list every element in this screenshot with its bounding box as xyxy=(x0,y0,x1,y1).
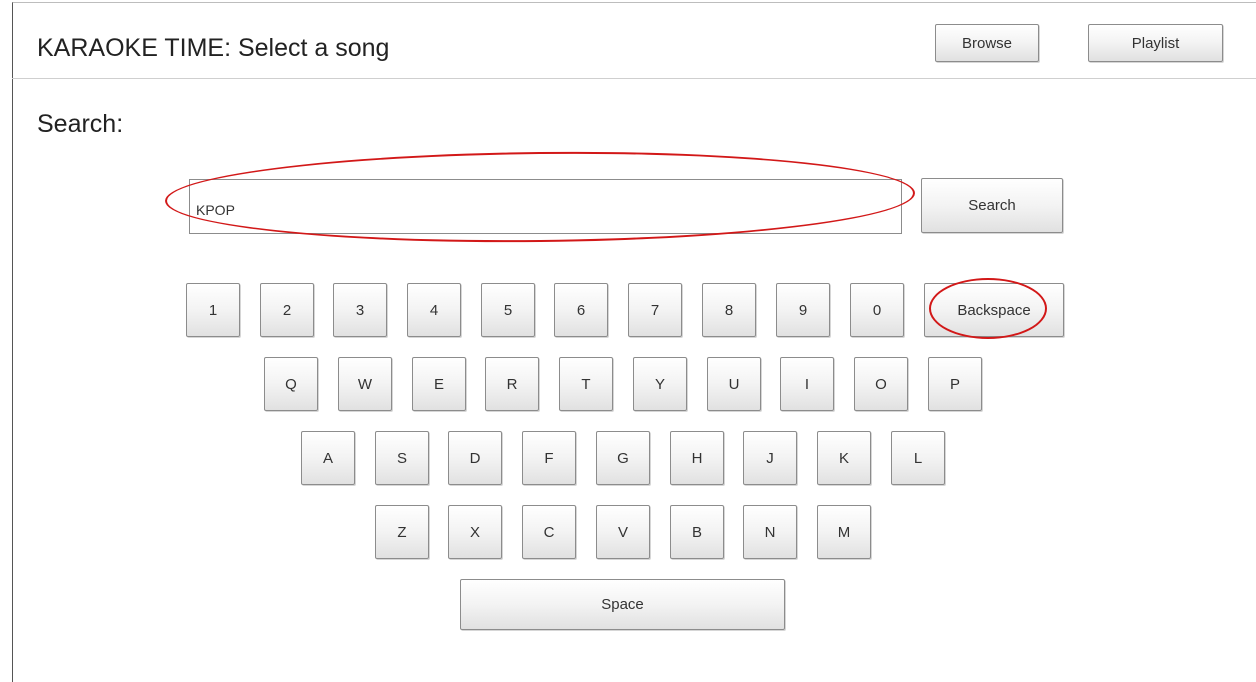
key-y[interactable]: Y xyxy=(633,357,687,411)
key-v[interactable]: V xyxy=(596,505,650,559)
search-label: Search: xyxy=(37,110,124,138)
key-6[interactable]: 6 xyxy=(554,283,608,337)
key-i[interactable]: I xyxy=(780,357,834,411)
space-key[interactable]: Space xyxy=(460,579,785,630)
key-z[interactable]: Z xyxy=(375,505,429,559)
key-7[interactable]: 7 xyxy=(628,283,682,337)
key-a[interactable]: A xyxy=(301,431,355,485)
key-g[interactable]: G xyxy=(596,431,650,485)
key-q[interactable]: Q xyxy=(264,357,318,411)
key-u[interactable]: U xyxy=(707,357,761,411)
key-t[interactable]: T xyxy=(559,357,613,411)
key-w[interactable]: W xyxy=(338,357,392,411)
key-p[interactable]: P xyxy=(928,357,982,411)
key-r[interactable]: R xyxy=(485,357,539,411)
key-2[interactable]: 2 xyxy=(260,283,314,337)
page-title: KARAOKE TIME: Select a song xyxy=(37,34,390,62)
key-1[interactable]: 1 xyxy=(186,283,240,337)
key-o[interactable]: O xyxy=(854,357,908,411)
key-5[interactable]: 5 xyxy=(481,283,535,337)
search-button[interactable]: Search xyxy=(921,178,1063,233)
key-3[interactable]: 3 xyxy=(333,283,387,337)
key-m[interactable]: M xyxy=(817,505,871,559)
key-d[interactable]: D xyxy=(448,431,502,485)
key-f[interactable]: F xyxy=(522,431,576,485)
key-k[interactable]: K xyxy=(817,431,871,485)
key-s[interactable]: S xyxy=(375,431,429,485)
key-x[interactable]: X xyxy=(448,505,502,559)
backspace-key[interactable]: Backspace xyxy=(924,283,1064,337)
key-e[interactable]: E xyxy=(412,357,466,411)
key-b[interactable]: B xyxy=(670,505,724,559)
key-9[interactable]: 9 xyxy=(776,283,830,337)
playlist-button[interactable]: Playlist xyxy=(1088,24,1223,62)
key-l[interactable]: L xyxy=(891,431,945,485)
key-h[interactable]: H xyxy=(670,431,724,485)
key-0[interactable]: 0 xyxy=(850,283,904,337)
key-j[interactable]: J xyxy=(743,431,797,485)
key-8[interactable]: 8 xyxy=(702,283,756,337)
key-4[interactable]: 4 xyxy=(407,283,461,337)
key-c[interactable]: C xyxy=(522,505,576,559)
key-n[interactable]: N xyxy=(743,505,797,559)
browse-button[interactable]: Browse xyxy=(935,24,1039,62)
search-input[interactable] xyxy=(189,179,902,234)
